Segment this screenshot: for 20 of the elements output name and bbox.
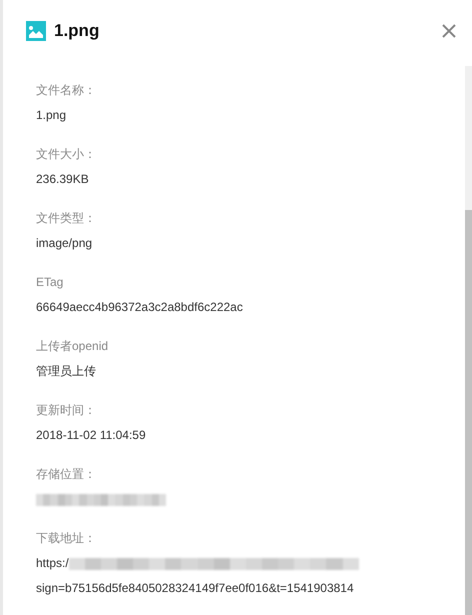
field-value: 2018-11-02 11:04:59 (36, 428, 146, 443)
close-icon[interactable] (440, 22, 458, 40)
field-label: 文件大小： (36, 147, 97, 162)
field-value: 1.png (36, 108, 66, 123)
field-value: https:/ (36, 556, 69, 571)
field-label: 文件类型： (36, 211, 97, 226)
field-value: 236.39KB (36, 172, 89, 187)
field-label: 文件名称： (36, 83, 97, 98)
field-value: image/png (36, 236, 92, 251)
field-label: ETag (36, 275, 64, 290)
field-value: 管理员上传 (36, 364, 96, 379)
field-value: sign=b75156d5fe8405028324149f7ee0f016&t=1541903814 (36, 581, 354, 596)
scrollbar[interactable] (465, 66, 472, 615)
field-value: 66649aecc4b96372a3c2a8bdf6c222ac (36, 300, 243, 315)
field-label: 上传者openid (36, 339, 110, 354)
file-title: 1.png (54, 21, 100, 41)
field-label: 存储位置： (36, 467, 97, 482)
field-label: 下载地址： (36, 531, 97, 546)
field-label: 更新时间： (36, 403, 97, 418)
image-icon (26, 21, 46, 41)
